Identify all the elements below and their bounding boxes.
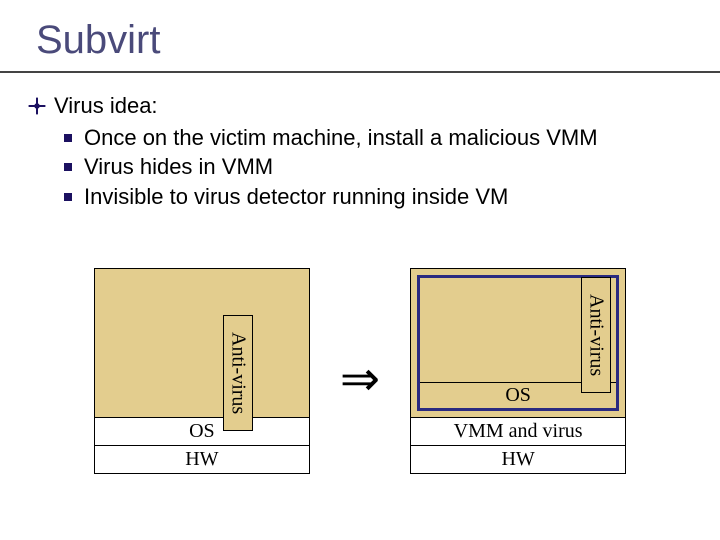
arrow-icon: ⇒ (340, 356, 380, 404)
bullet-level2: Once on the victim machine, install a ma… (64, 123, 690, 153)
bullet-level2: Virus hides in VMM (64, 152, 690, 182)
body-text: Virus idea: Once on the victim machine, … (0, 73, 720, 212)
left-stack: Anti-virus OS HW (94, 268, 310, 474)
bullet-level1: Virus idea: (30, 91, 690, 121)
slide: Subvirt Virus idea: Once on the victim m… (0, 0, 720, 540)
diamond-icon (28, 97, 46, 115)
bullet-level2: Invisible to virus detector running insi… (64, 182, 690, 212)
slide-title: Subvirt (0, 0, 720, 69)
left-hw-row: HW (94, 446, 310, 474)
right-sandbox: OS Anti-virus (410, 268, 626, 418)
left-sandbox: Anti-virus (94, 268, 310, 418)
left-os-row: OS (94, 418, 310, 446)
square-icon (64, 163, 72, 171)
diagram-area: Anti-virus OS HW ⇒ OS Anti-virus VMM and… (0, 268, 720, 474)
bullet1-text: Virus idea: (54, 91, 158, 121)
antivirus-box-right: Anti-virus (581, 277, 611, 393)
right-vmm-row: VMM and virus (410, 418, 626, 446)
bullet2-text: Once on the victim machine, install a ma… (84, 123, 598, 153)
square-icon (64, 134, 72, 142)
bullet2-text: Invisible to virus detector running insi… (84, 182, 508, 212)
right-stack: OS Anti-virus VMM and virus HW (410, 268, 626, 474)
square-icon (64, 193, 72, 201)
antivirus-box-left: Anti-virus (223, 315, 253, 431)
right-hw-row: HW (410, 446, 626, 474)
bullet2-text: Virus hides in VMM (84, 152, 273, 182)
